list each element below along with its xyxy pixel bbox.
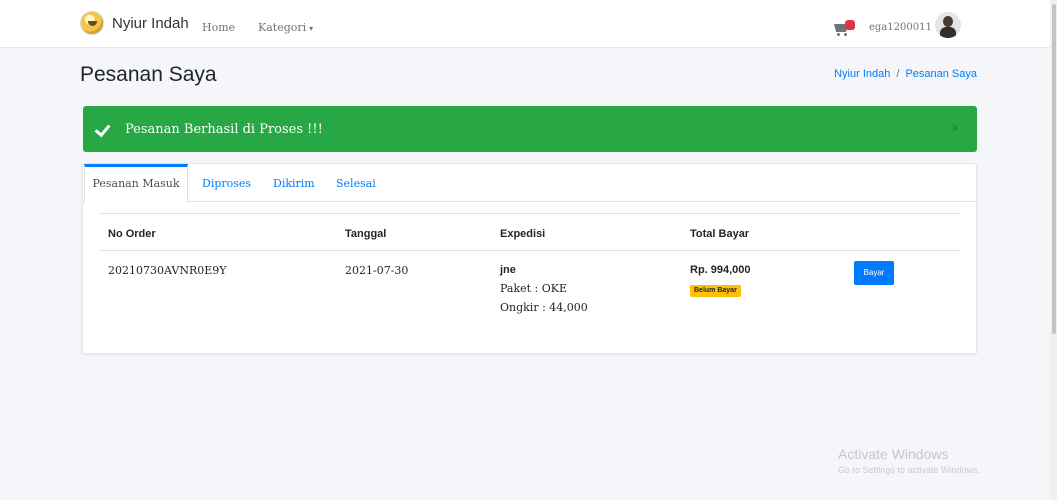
order-tabs: Pesanan Masuk Diproses Dikirim Selesai	[83, 164, 976, 203]
breadcrumb: Nyiur Indah / Pesanan Saya	[834, 68, 977, 80]
nav-kategori-label: Kategori	[258, 21, 307, 34]
header-expedisi: Expedisi	[500, 228, 546, 240]
order-number: 20210730AVNR0E9Y	[108, 264, 227, 277]
avatar[interactable]	[935, 12, 961, 38]
cart-wheel	[837, 33, 840, 36]
avatar-head	[943, 16, 953, 27]
header-total-bayar: Total Bayar	[690, 228, 750, 240]
orders-card: Pesanan Masuk Diproses Dikirim Selesai N…	[82, 163, 977, 354]
cart-icon[interactable]	[834, 20, 855, 36]
order-date: 2021-07-30	[345, 264, 409, 277]
close-icon[interactable]: ×	[951, 120, 959, 135]
brand-logo-icon	[80, 11, 104, 35]
bayar-button[interactable]: Bayar	[854, 261, 894, 285]
alert-message: Pesanan Berhasil di Proses !!!	[125, 121, 323, 137]
breadcrumb-home-link[interactable]: Nyiur Indah	[834, 68, 890, 80]
vertical-scrollbar[interactable]	[1050, 0, 1057, 500]
total-bayar: Rp. 994,000	[690, 264, 751, 276]
avatar-body	[940, 27, 956, 38]
check-icon	[96, 122, 112, 136]
tab-diproses[interactable]: Diproses	[202, 164, 251, 202]
breadcrumb-current: Pesanan Saya	[905, 68, 977, 80]
header-no-order: No Order	[108, 228, 156, 240]
tab-dikirim[interactable]: Dikirim	[273, 164, 315, 202]
username[interactable]: ega1200011	[869, 22, 932, 33]
orders-table: No Order Tanggal Expedisi Total Bayar 20…	[99, 213, 961, 331]
nav-home-link[interactable]: Home	[202, 21, 235, 34]
success-alert: Pesanan Berhasil di Proses !!! ×	[83, 106, 977, 152]
breadcrumb-separator: /	[896, 68, 900, 80]
brand-name: Nyiur Indah	[112, 14, 189, 32]
cart-wheel	[844, 33, 847, 36]
expedisi-name: jne	[500, 264, 516, 276]
cart-badge	[845, 20, 855, 30]
expedisi-paket: Paket : OKE	[500, 282, 568, 295]
top-navbar: Nyiur Indah Home Kategori ▾ ega1200011	[0, 0, 1057, 48]
tab-selesai[interactable]: Selesai	[336, 164, 376, 202]
status-badge: Belum Bayar	[690, 285, 741, 297]
page-title: Pesanan Saya	[80, 63, 217, 86]
brand[interactable]: Nyiur Indah	[80, 11, 189, 35]
tab-pesanan-masuk[interactable]: Pesanan Masuk	[84, 164, 188, 203]
expedisi-ongkir: Ongkir : 44,000	[500, 301, 588, 314]
activate-windows-title: Activate Windows	[838, 446, 949, 462]
table-header: No Order Tanggal Expedisi Total Bayar	[99, 213, 961, 251]
scrollbar-thumb[interactable]	[1052, 4, 1056, 334]
nav-kategori-dropdown[interactable]: Kategori ▾	[258, 21, 313, 34]
table-row: 20210730AVNR0E9Y 2021-07-30 jne Paket : …	[99, 251, 961, 331]
chevron-down-icon: ▾	[309, 24, 314, 33]
header-tanggal: Tanggal	[345, 228, 387, 240]
activate-windows-subtitle: Go to Settings to activate Windows.	[838, 465, 981, 475]
